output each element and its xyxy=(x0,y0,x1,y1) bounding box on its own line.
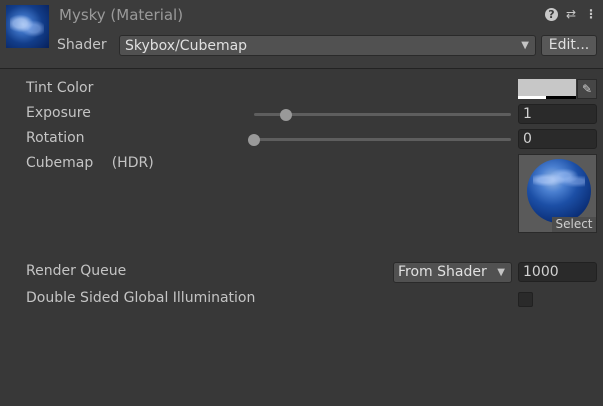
chevron-down-icon: ▼ xyxy=(521,40,529,51)
material-title: Mysky (Material) xyxy=(59,6,184,24)
render-queue-field[interactable]: 1000 xyxy=(518,262,597,282)
exposure-slider-track[interactable] xyxy=(254,113,511,116)
tint-color-alpha-fill xyxy=(518,96,546,99)
rotation-slider-track[interactable] xyxy=(254,138,511,141)
shader-label: Shader xyxy=(57,37,107,53)
tint-color-label: Tint Color xyxy=(26,80,94,96)
header-divider xyxy=(0,68,603,69)
material-inspector: Mysky (Material) ? ⇄ ⋮ Shader Skybox/Cub… xyxy=(0,0,603,406)
inspector-header: Mysky (Material) ? ⇄ ⋮ Shader Skybox/Cub… xyxy=(0,0,603,68)
material-preview-thumbnail xyxy=(6,5,49,48)
rotation-label: Rotation xyxy=(26,130,85,146)
edit-shader-button[interactable]: Edit... xyxy=(541,35,597,56)
chevron-down-icon: ▼ xyxy=(497,267,505,278)
exposure-field[interactable]: 1 xyxy=(518,104,597,124)
exposure-slider-thumb[interactable] xyxy=(280,109,293,121)
cubemap-label: Cubemap (HDR) xyxy=(26,155,154,171)
render-queue-mode-dropdown[interactable]: From Shader ▼ xyxy=(393,262,512,283)
cubemap-preview-sphere xyxy=(527,159,591,223)
rotation-field[interactable]: 0 xyxy=(518,129,597,149)
eyedropper-icon[interactable]: ✎ xyxy=(577,79,597,99)
double-sided-gi-checkbox[interactable] xyxy=(518,292,533,307)
shader-dropdown-value: Skybox/Cubemap xyxy=(125,38,248,54)
help-icon[interactable]: ? xyxy=(545,8,558,21)
double-sided-gi-label: Double Sided Global Illumination xyxy=(26,290,256,306)
cubemap-hdr-suffix: (HDR) xyxy=(111,155,154,171)
shader-dropdown[interactable]: Skybox/Cubemap ▼ xyxy=(119,35,536,56)
exposure-label: Exposure xyxy=(26,105,91,121)
kebab-menu-icon[interactable]: ⋮ xyxy=(584,7,598,21)
preset-icon[interactable]: ⇄ xyxy=(564,7,578,21)
cubemap-select-button[interactable]: Select xyxy=(552,217,596,232)
cubemap-texture-slot[interactable]: Select xyxy=(518,154,597,233)
cubemap-label-text: Cubemap xyxy=(26,155,94,171)
render-queue-label: Render Queue xyxy=(26,263,127,279)
render-queue-mode-value: From Shader xyxy=(398,264,487,280)
rotation-slider-thumb[interactable] xyxy=(248,134,260,146)
